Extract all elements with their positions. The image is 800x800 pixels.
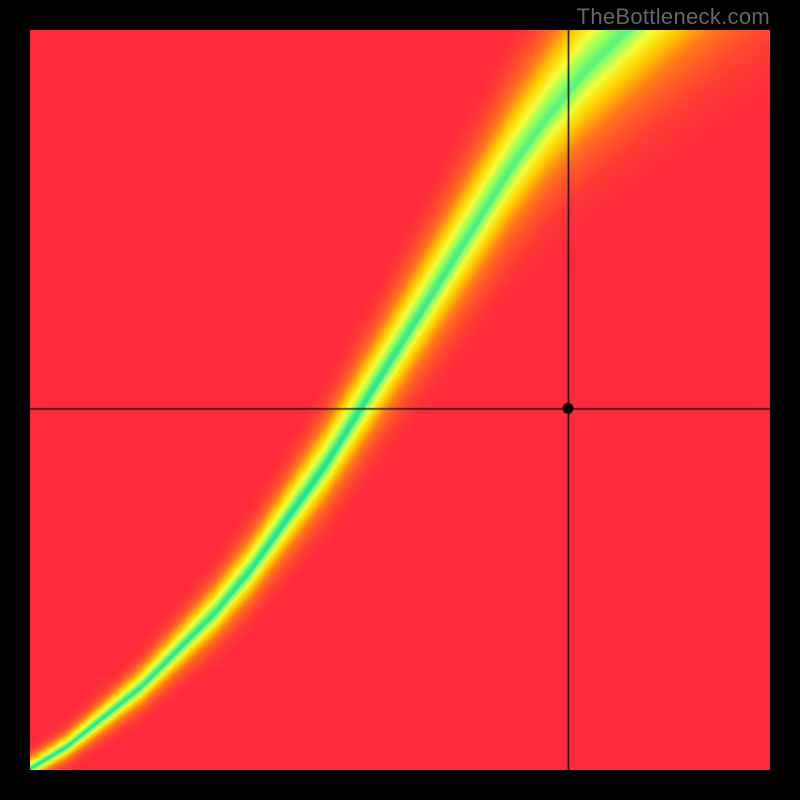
heatmap-canvas bbox=[30, 30, 770, 770]
plot-area bbox=[30, 30, 770, 770]
watermark-text: TheBottleneck.com bbox=[577, 4, 770, 30]
chart-frame: TheBottleneck.com bbox=[0, 0, 800, 800]
